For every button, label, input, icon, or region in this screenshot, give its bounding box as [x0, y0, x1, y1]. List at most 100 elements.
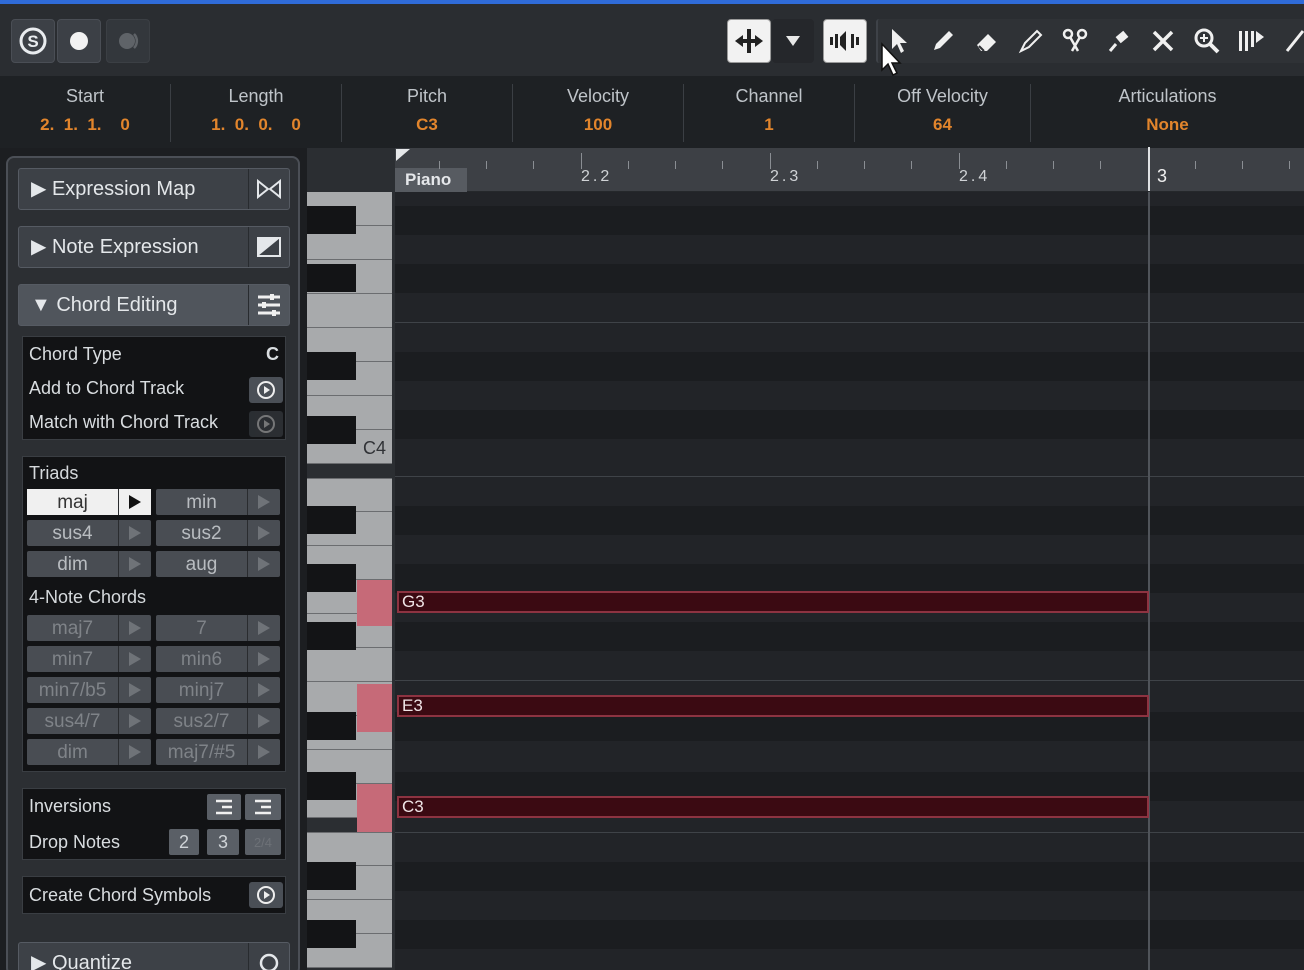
white-key[interactable]: [307, 648, 392, 682]
chord-button-maj7[interactable]: maj7: [27, 615, 151, 641]
play-arrow-icon[interactable]: [119, 615, 151, 641]
mute-tool[interactable]: [1142, 19, 1184, 63]
chord-button-7[interactable]: 7: [156, 615, 280, 641]
zoom-tool[interactable]: [1186, 19, 1228, 63]
play-arrow-icon[interactable]: [248, 708, 280, 734]
play-arrow-icon[interactable]: [119, 520, 151, 546]
black-key[interactable]: [307, 712, 356, 740]
black-key[interactable]: [307, 772, 356, 800]
match-chord-track-button[interactable]: [249, 411, 283, 437]
info-velocity[interactable]: Velocity 100: [513, 84, 684, 142]
record-button[interactable]: [57, 19, 101, 63]
midi-note-e3[interactable]: E3: [397, 695, 1149, 717]
info-channel[interactable]: Channel 1: [684, 84, 855, 142]
piano-keyboard[interactable]: C4 C3: [307, 148, 395, 970]
chord-editing-section[interactable]: ▼ Chord Editing: [18, 284, 290, 326]
info-value[interactable]: 1. 0. 0. 0: [171, 112, 341, 138]
play-arrow-icon[interactable]: [248, 677, 280, 703]
speaker-button[interactable]: [823, 19, 867, 63]
info-value[interactable]: None: [1031, 112, 1304, 138]
info-length[interactable]: Length 1. 0. 0. 0: [171, 84, 342, 142]
comp-tool[interactable]: [1230, 19, 1272, 63]
ruler[interactable]: Piano 2.2 2.3 2.4 3: [395, 147, 1304, 192]
chord-button-aug[interactable]: aug: [156, 551, 280, 577]
info-value[interactable]: 2. 1. 1. 0: [0, 112, 170, 138]
black-key[interactable]: [307, 564, 356, 592]
add-to-chord-track-button[interactable]: [249, 377, 283, 403]
drop-2-4-button[interactable]: 2/4: [245, 829, 281, 855]
split-tool[interactable]: [1054, 19, 1096, 63]
expression-map-section[interactable]: ▶ Expression Map: [18, 168, 290, 210]
chord-button-sus47[interactable]: sus4/7: [27, 708, 151, 734]
info-start[interactable]: Start 2. 1. 1. 0: [0, 84, 171, 142]
quantize-section[interactable]: ▶ Quantize: [18, 942, 290, 970]
line-tool[interactable]: [1274, 19, 1304, 63]
black-key[interactable]: [307, 416, 356, 444]
chord-button-min7[interactable]: min7: [27, 646, 151, 672]
split-icon: [1062, 28, 1088, 52]
solo-button[interactable]: S: [11, 19, 55, 63]
black-key[interactable]: [307, 206, 356, 234]
play-arrow-icon[interactable]: [119, 708, 151, 734]
inversion-up-button[interactable]: [245, 794, 281, 820]
chord-button-sus4[interactable]: sus4: [27, 520, 151, 546]
info-value[interactable]: 100: [513, 112, 683, 138]
info-pitch[interactable]: Pitch C3: [342, 84, 513, 142]
play-arrow-icon[interactable]: [248, 551, 280, 577]
chord-button-min6[interactable]: min6: [156, 646, 280, 672]
black-key[interactable]: [307, 622, 356, 650]
key-label-c4: C4: [362, 438, 386, 458]
play-arrow-icon[interactable]: [248, 615, 280, 641]
white-key[interactable]: [307, 832, 392, 866]
info-value[interactable]: C3: [342, 112, 512, 138]
play-arrow-icon[interactable]: [119, 677, 151, 703]
chord-button-maj[interactable]: maj: [27, 489, 151, 515]
note-grid[interactable]: G3 E3 C3: [395, 192, 1304, 970]
draw-tool[interactable]: [922, 19, 964, 63]
chord-button-minj7[interactable]: minj7: [156, 677, 280, 703]
info-value[interactable]: 1: [684, 112, 854, 138]
white-key[interactable]: [307, 294, 392, 328]
black-key[interactable]: [307, 506, 356, 534]
chord-button-min7b5[interactable]: min7/b5: [27, 677, 151, 703]
auto-select-button[interactable]: [727, 19, 771, 63]
play-arrow-icon[interactable]: [248, 646, 280, 672]
black-key[interactable]: [307, 352, 356, 380]
glue-tool[interactable]: [1098, 19, 1140, 63]
chord-button-dim[interactable]: dim: [27, 551, 151, 577]
chord-button-sus27[interactable]: sus2/7: [156, 708, 280, 734]
create-chord-symbols-button[interactable]: [249, 882, 283, 908]
chord-button-dim7[interactable]: dim: [27, 739, 151, 765]
note-label: C3: [402, 797, 424, 816]
black-key-lane: [395, 862, 1304, 891]
info-off-velocity[interactable]: Off Velocity 64: [855, 84, 1031, 142]
midi-note-g3[interactable]: G3: [397, 591, 1149, 613]
play-arrow-icon[interactable]: [119, 551, 151, 577]
play-arrow-icon[interactable]: [119, 739, 151, 765]
play-arrow-icon[interactable]: [248, 739, 280, 765]
info-value[interactable]: 64: [855, 112, 1030, 138]
play-arrow-icon[interactable]: [119, 489, 151, 515]
black-key[interactable]: [307, 862, 356, 890]
drop-3-button[interactable]: 3: [207, 829, 239, 855]
trim-tool[interactable]: [1010, 19, 1052, 63]
chord-button-maj7s5[interactable]: maj7/#5: [156, 739, 280, 765]
note-expression-section[interactable]: ▶ Note Expression: [18, 226, 290, 268]
black-key[interactable]: [307, 264, 356, 292]
play-arrow-icon[interactable]: [248, 489, 280, 515]
play-arrow-icon[interactable]: [119, 646, 151, 672]
drop-2-button[interactable]: 2: [169, 829, 199, 855]
key-highlight-c3: [357, 784, 392, 832]
midi-note-c3[interactable]: C3: [397, 796, 1149, 818]
acoustic-feedback-button[interactable]: [106, 19, 150, 63]
inversion-down-button[interactable]: [207, 794, 241, 820]
ruler-tick: [864, 161, 865, 169]
chord-button-sus2[interactable]: sus2: [156, 520, 280, 546]
black-key[interactable]: [307, 920, 356, 948]
chord-button-min[interactable]: min: [156, 489, 280, 515]
info-articulations[interactable]: Articulations None: [1031, 84, 1304, 142]
auto-select-dropdown[interactable]: [772, 19, 814, 63]
erase-tool[interactable]: [966, 19, 1008, 63]
chord-type-box: Chord Type C Add to Chord Track Match wi…: [22, 336, 286, 440]
play-arrow-icon[interactable]: [248, 520, 280, 546]
